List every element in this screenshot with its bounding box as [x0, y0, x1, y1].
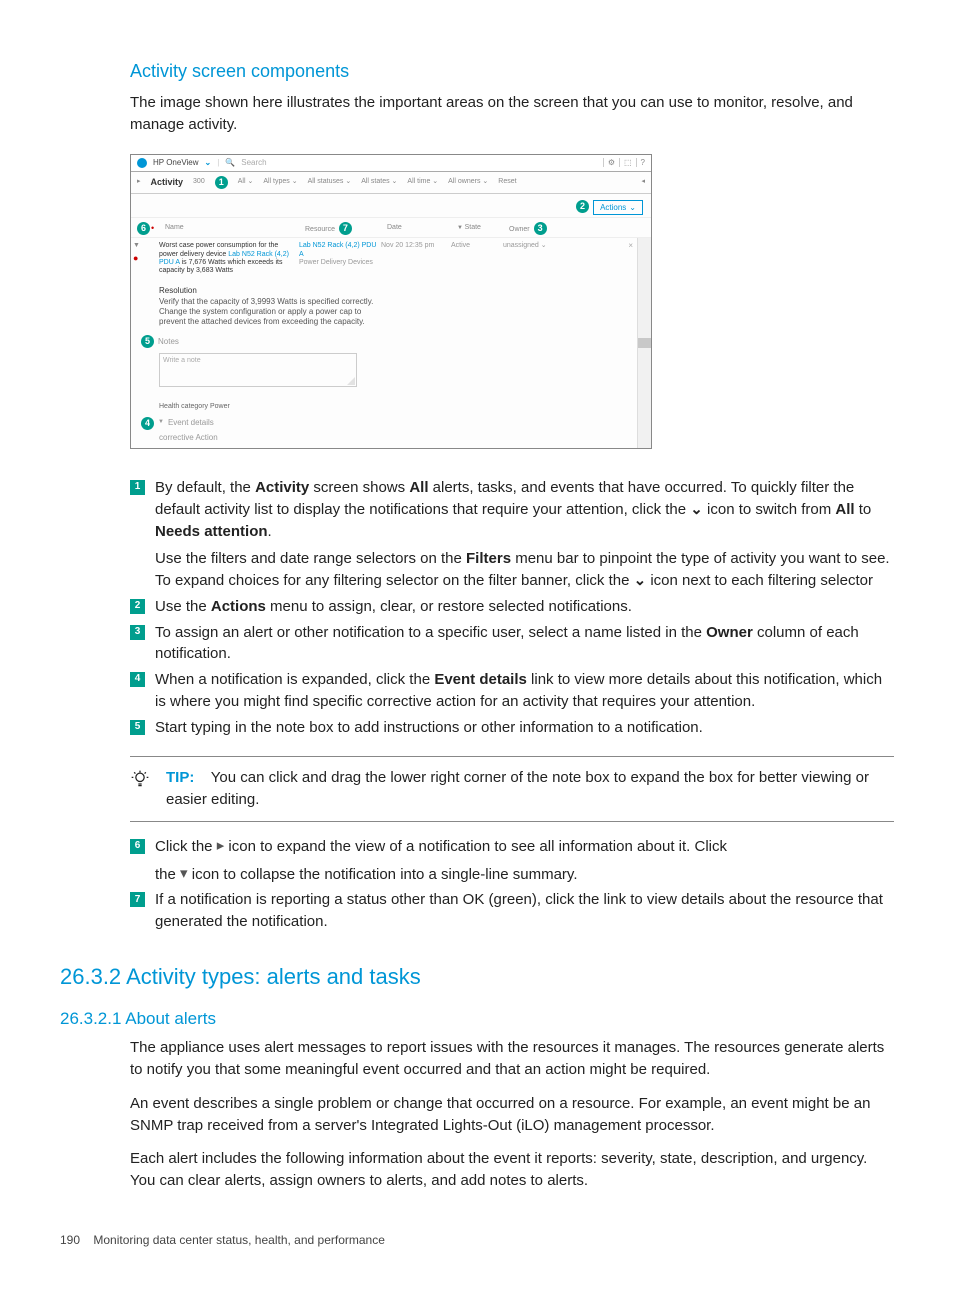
col-owner[interactable]: Owner 3 — [509, 222, 569, 235]
resolution-heading: Resolution — [159, 280, 633, 298]
callout-1: 1 — [215, 176, 228, 189]
callout-2: 2 — [576, 200, 589, 213]
row-expanded-content: Worst case power consumption for the pow… — [159, 238, 637, 448]
para-3: Each alert includes the following inform… — [130, 1148, 894, 1192]
collapse-row-icon[interactable]: ▼ — [133, 242, 157, 250]
tip-icon — [130, 767, 150, 792]
tip-text: You can click and drag the lower right c… — [166, 769, 869, 808]
section-heading-2: 26.3.2 Activity types: alerts and tasks — [60, 961, 894, 993]
column-headers: 6 • Name Resource 7 Date ▼ State Owner 3 — [131, 217, 651, 237]
page-number: 190 — [60, 1233, 80, 1247]
filter-statuses[interactable]: All statuses ⌄ — [308, 178, 352, 186]
chevron-down-icon[interactable]: ⌄ — [205, 158, 212, 168]
filter-bar: ▸ Activity 300 1 All ⌄ All types ⌄ All s… — [131, 172, 651, 194]
legend-list: 1 By default, the Activity screen shows … — [130, 477, 894, 738]
row-description: Worst case power consumption for the pow… — [159, 242, 299, 276]
legend-number-icon: 4 — [130, 672, 145, 687]
filter-all[interactable]: All ⌄ — [238, 178, 254, 186]
chevron-down-icon: ⌄ — [690, 501, 703, 518]
filter-owners[interactable]: All owners ⌄ — [448, 178, 488, 186]
scrollbar[interactable] — [637, 238, 651, 448]
row-resource-link[interactable]: Lab N52 Rack (4,2) PDU A — [299, 242, 381, 259]
para-2: An event describes a single problem or c… — [130, 1093, 894, 1137]
close-icon[interactable]: × — [628, 241, 635, 251]
session-icon[interactable]: ⬚ — [619, 158, 632, 168]
callout-6: 6 — [137, 222, 150, 235]
legend-item-7: 7 If a notification is reporting a statu… — [130, 889, 894, 933]
col-state[interactable]: ▼ State — [457, 224, 509, 232]
legend-item-3: 3 To assign an alert or other notificati… — [130, 622, 894, 666]
legend-item-4: 4 When a notification is expanded, click… — [130, 669, 894, 713]
col-resource[interactable]: Resource 7 — [305, 222, 387, 235]
legend-number-icon: 1 — [130, 480, 145, 495]
legend-item-1: 1 By default, the Activity screen shows … — [130, 477, 894, 592]
callout-4: 4 — [141, 417, 154, 430]
footer-title: Monitoring data center status, health, a… — [93, 1233, 385, 1247]
legend-number-icon: 2 — [130, 599, 145, 614]
chevron-down-icon: ⌄ — [629, 203, 636, 213]
filter-time[interactable]: All time ⌄ — [407, 178, 438, 186]
legend-item-6: 6 Click the ▸ icon to expand the view of… — [130, 836, 894, 886]
row-severity-icon: ● — [133, 253, 157, 264]
section-heading-3: 26.3.2.1 About alerts — [60, 1007, 894, 1032]
help-icon[interactable]: ? — [636, 158, 645, 168]
hp-logo-icon — [137, 158, 147, 168]
notes-heading: Notes — [158, 337, 179, 347]
actions-menu-button[interactable]: Actions ⌄ — [593, 200, 643, 216]
divider: | — [217, 158, 219, 168]
tip-label: TIP: — [166, 769, 194, 786]
legend-number-icon: 3 — [130, 625, 145, 640]
figure-container: HP OneView ⌄ | 🔍 Search ⚙ ⬚ ? ▸ Activity… — [130, 154, 894, 450]
event-details-link[interactable]: Event details — [168, 418, 214, 428]
oneview-screenshot: HP OneView ⌄ | 🔍 Search ⚙ ⬚ ? ▸ Activity… — [130, 154, 652, 450]
para-1: The appliance uses alert messages to rep… — [130, 1037, 894, 1081]
tip-box: TIP: You can click and drag the lower ri… — [130, 756, 894, 822]
legend-number-icon: 6 — [130, 839, 145, 854]
legend-number-icon: 5 — [130, 720, 145, 735]
expand-drawer-icon[interactable]: ▸ — [137, 178, 141, 186]
health-category: Health category Power — [159, 397, 633, 413]
col-date[interactable]: Date — [387, 224, 457, 232]
col-name[interactable]: Name — [165, 224, 305, 232]
row-owner-select[interactable]: unassigned ⌄ — [503, 242, 563, 276]
legend-continuation: 6 Click the ▸ icon to expand the view of… — [130, 836, 894, 933]
note-textarea[interactable]: Write a note — [159, 353, 357, 387]
search-input[interactable]: Search — [241, 158, 266, 168]
app-topbar: HP OneView ⌄ | 🔍 Search ⚙ ⬚ ? — [131, 155, 651, 172]
scrollbar-thumb[interactable] — [638, 338, 651, 348]
resolution-text: Verify that the capacity of 3,9993 Watts… — [159, 297, 379, 326]
triangle-down-icon: ▾ — [180, 863, 188, 885]
triangle-right-icon: ▸ — [217, 835, 225, 857]
filter-types[interactable]: All types ⌄ — [263, 178, 297, 186]
filter-reset[interactable]: Reset — [498, 178, 516, 186]
activity-count: 300 — [193, 178, 205, 186]
collapse-drawer-icon[interactable]: ◂ — [641, 178, 645, 186]
legend-number-icon: 7 — [130, 892, 145, 907]
severity-icon: • — [151, 223, 165, 234]
row-resource: Lab N52 Rack (4,2) PDU A Power Delivery … — [299, 242, 381, 276]
row-resource-type: Power Delivery Devices — [299, 259, 381, 267]
expand-event-icon[interactable]: ▼ — [158, 419, 164, 426]
row-date: Nov 20 12:35 pm — [381, 242, 451, 276]
settings-icon[interactable]: ⚙ — [603, 158, 615, 168]
activity-label: Activity — [151, 177, 184, 188]
page-footer: 190 Monitoring data center status, healt… — [60, 1232, 894, 1249]
search-icon[interactable]: 🔍 — [225, 158, 235, 168]
callout-3: 3 — [534, 222, 547, 235]
filter-states[interactable]: All states ⌄ — [361, 178, 397, 186]
app-name: HP OneView — [153, 158, 199, 168]
section-title: Activity screen components — [130, 58, 894, 84]
callout-7: 7 — [339, 222, 352, 235]
legend-item-5: 5 Start typing in the note box to add in… — [130, 717, 894, 739]
chevron-down-icon: ⌄ — [634, 572, 647, 589]
corrective-action-link[interactable]: corrective Action — [159, 433, 633, 449]
row-state: Active — [451, 242, 503, 276]
legend-item-2: 2 Use the Actions menu to assign, clear,… — [130, 596, 894, 618]
intro-paragraph: The image shown here illustrates the imp… — [130, 92, 894, 136]
